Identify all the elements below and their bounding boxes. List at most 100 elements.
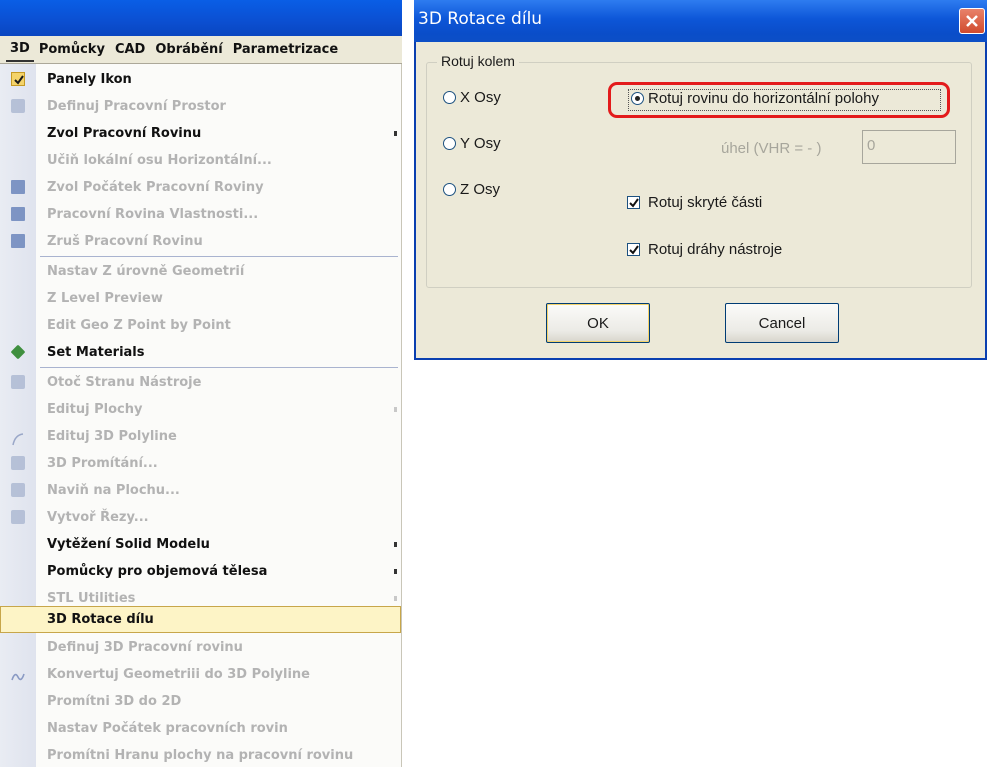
menu-item-label: Panely Ikon [47,72,132,87]
annotation-highlight-box: Rotuj rovinu do horizontální polohy [608,82,950,118]
menu-item-zvol-pracovni-rovinu[interactable]: Zvol Pracovní Rovinu [0,120,401,147]
menu-3d[interactable]: 3D [6,38,34,62]
radio-x-axis[interactable]: X Osy [443,89,501,106]
menu-parametrizace[interactable]: Parametrizace [228,36,343,63]
menu-item-label: Vytěžení Solid Modelu [47,537,210,552]
submenu-arrow-icon [394,542,397,547]
3d-dropdown-menu: Panely Ikon Definuj Pracovní Prostor Zvo… [0,64,402,767]
ok-button[interactable]: OK [546,303,650,343]
menu-item-label: Set Materials [47,345,145,360]
menu-item-ucin-lokalni-osu[interactable]: Učiň lokální osu Horizontální... [0,147,401,174]
menu-separator [40,367,398,368]
menu-item-rovina-vlastnosti[interactable]: Pracovní Rovina Vlastnosti... [0,201,401,228]
menu-item-vytvor-rezy[interactable]: Vytvoř Řezy... [0,504,401,531]
menu-separator [40,256,398,257]
menu-item-zrus-rovinu[interactable]: Zruš Pracovní Rovinu [0,228,401,255]
checkbox-label: Rotuj skryté části [648,194,763,211]
plane-properties-icon [11,207,25,221]
menu-item-label: Pomůcky pro objemová tělesa [47,564,268,579]
radio-label: Z Osy [460,181,500,198]
menu-item-z-level-preview[interactable]: Z Level Preview [0,285,401,312]
menu-item-label: Nastav Počátek pracovních rovin [47,721,288,736]
radio-icon [443,183,456,196]
origin-icon [11,180,25,194]
tool-side-icon [11,375,25,389]
rotation-dialog: 3D Rotace dílu Rotuj kolem X Osy Y Osy Z… [414,0,987,360]
menu-item-label: 3D Promítání... [47,456,158,471]
group-label: Rotuj kolem [437,53,519,69]
menu-item-label: Definuj 3D Pracovní rovinu [47,640,243,655]
checkbox-rotate-hidden[interactable]: Rotuj skryté části [627,194,762,211]
menu-pomucky[interactable]: Pomůcky [34,36,110,63]
menu-item-label: Otoč Stranu Nástroje [47,375,202,390]
menu-item-vytezeni-solid[interactable]: Vytěžení Solid Modelu [0,531,401,558]
projection-icon [11,456,25,470]
menu-item-label: Definuj Pracovní Prostor [47,99,226,114]
menu-item-otoc-stranu[interactable]: Otoč Stranu Nástroje [0,369,401,396]
radio-label: Rotuj rovinu do horizontální polohy [648,90,879,107]
menu-item-navin-na-plochu[interactable]: Naviň na Plochu... [0,477,401,504]
menu-item-label: Promítni 3D do 2D [47,694,182,709]
menu-item-edituj-plochy[interactable]: Edituj Plochy [0,396,401,423]
menu-item-label: Konvertuj Geometriii do 3D Polyline [47,667,310,682]
menu-item-label: Vytvoř Řezy... [47,510,149,525]
submenu-arrow-icon [394,596,397,601]
menu-item-promitni-3d-2d[interactable]: Promítni 3D do 2D [0,688,401,715]
menu-item-label: Zruš Pracovní Rovinu [47,234,203,249]
menu-item-definuj-3d-rovinu[interactable]: Definuj 3D Pracovní rovinu [0,634,401,661]
menu-item-nastav-z-urovne[interactable]: Nastav Z úrovně Geometrií [0,258,401,285]
menu-item-pomucky-objemova[interactable]: Pomůcky pro objemová tělesa [0,558,401,585]
menu-item-panely-ikon[interactable]: Panely Ikon [0,66,401,93]
radio-label: X Osy [460,89,501,106]
angle-input[interactable]: 0 [862,130,956,164]
menu-obrabeni[interactable]: Obrábění [150,36,227,63]
menu-item-label: Edituj Plochy [47,402,143,417]
menu-item-label: Edit Geo Z Point by Point [47,318,231,333]
app-title-bar [0,0,402,36]
menu-item-label: Z Level Preview [47,291,163,306]
radio-z-axis[interactable]: Z Osy [443,181,500,198]
radio-label: Y Osy [460,135,501,152]
menu-item-label: Nastav Z úrovně Geometrií [47,264,245,279]
menu-cad[interactable]: CAD [110,36,150,63]
materials-icon [10,344,26,360]
radio-selected-icon [631,92,644,105]
checkbox-icon [627,196,640,209]
menu-item-zvol-pocatek[interactable]: Zvol Počátek Pracovní Roviny [0,174,401,201]
menu-item-label: Pracovní Rovina Vlastnosti... [47,207,259,222]
delete-plane-icon [11,234,25,248]
cancel-button[interactable]: Cancel [725,303,839,343]
radio-rotate-horizontal[interactable]: Rotuj rovinu do horizontální polohy [631,90,879,107]
submenu-arrow-icon [394,131,397,136]
menu-item-label: Zvol Počátek Pracovní Roviny [47,180,264,195]
menu-item-promitni-hranu[interactable]: Promítni Hranu plochy na pracovní rovinu [0,742,401,767]
polyline-icon [11,429,25,446]
menu-item-set-materials[interactable]: Set Materials [0,339,401,366]
application-window: 3D Pomůcky CAD Obrábění Parametrizace Pa… [0,0,402,767]
radio-y-axis[interactable]: Y Osy [443,135,501,152]
menu-item-label: Zvol Pracovní Rovinu [47,126,202,141]
menu-bar: 3D Pomůcky CAD Obrábění Parametrizace [0,36,402,64]
close-button[interactable] [959,8,985,34]
submenu-arrow-icon [394,407,397,412]
menu-item-label: 3D Rotace dílu [47,612,154,627]
checkbox-icon [627,243,640,256]
checkbox-label: Rotuj dráhy nástroje [648,241,783,258]
menu-item-label: Učiň lokální osu Horizontální... [47,153,272,168]
close-icon [966,15,978,27]
menu-item-nastav-pocatek[interactable]: Nastav Počátek pracovních rovin [0,715,401,742]
menu-item-3d-rotace-dilu[interactable]: 3D Rotace dílu [0,606,401,633]
checkbox-rotate-toolpaths[interactable]: Rotuj dráhy nástroje [627,241,782,258]
menu-item-label: Promítni Hranu plochy na pracovní rovinu [47,748,354,763]
menu-item-label: Edituj 3D Polyline [47,429,177,444]
menu-item-konvertuj-geometrii[interactable]: Konvertuj Geometriii do 3D Polyline [0,661,401,688]
menu-item-edit-geo-z[interactable]: Edit Geo Z Point by Point [0,312,401,339]
menu-item-edituj-3d-polyline[interactable]: Edituj 3D Polyline [0,423,401,450]
radio-icon [443,91,456,104]
menu-item-3d-promitani[interactable]: 3D Promítání... [0,450,401,477]
menu-item-definuj-pracovni-prostor[interactable]: Definuj Pracovní Prostor [0,93,401,120]
angle-label: úhel (VHR = - ) [721,140,822,157]
submenu-arrow-icon [394,569,397,574]
radio-icon [443,137,456,150]
dialog-title-bar: 3D Rotace dílu [414,0,987,42]
